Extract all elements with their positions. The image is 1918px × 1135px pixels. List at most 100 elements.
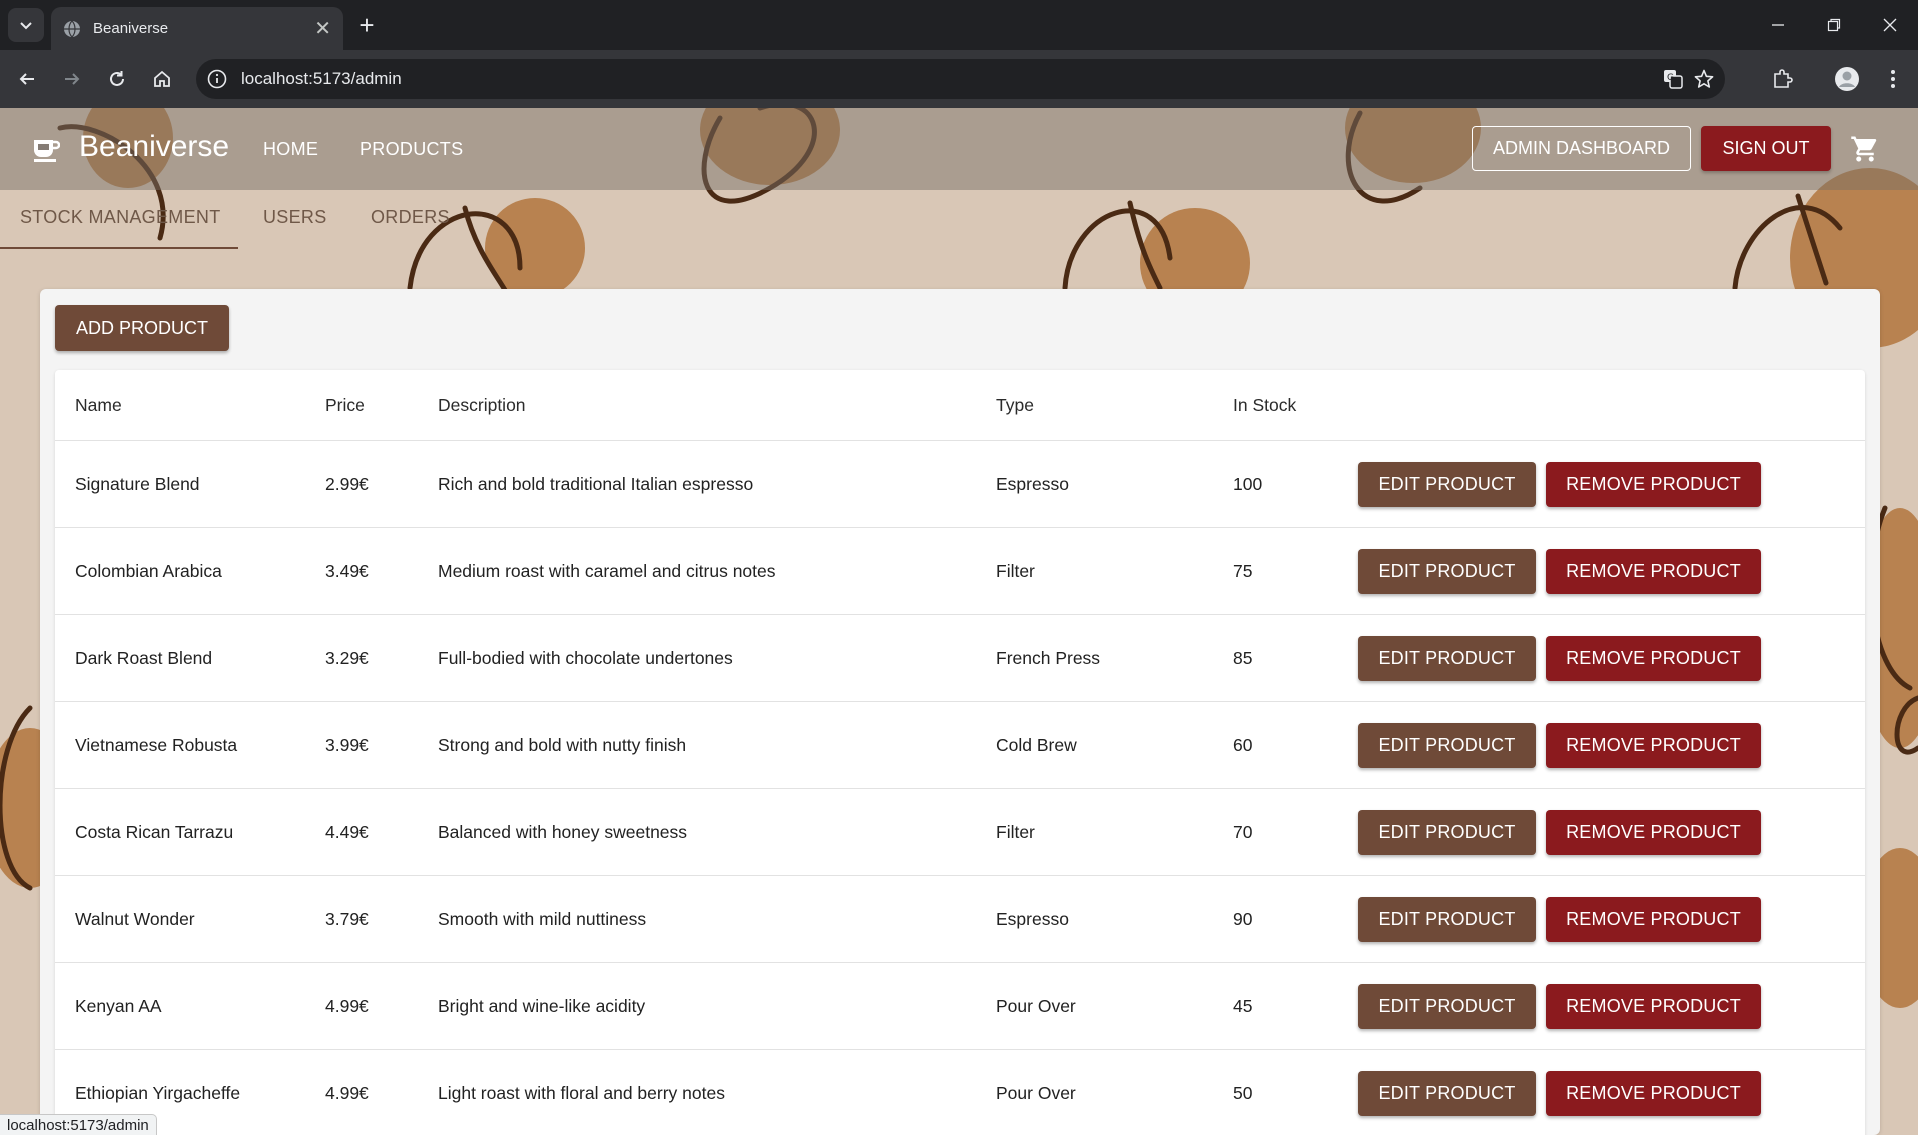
window-close-icon[interactable]: [1862, 0, 1918, 50]
cell-description: Rich and bold traditional Italian espres…: [438, 474, 754, 494]
coffee-cup-icon: [34, 140, 60, 162]
remove-product-button[interactable]: REMOVE PRODUCT: [1546, 462, 1761, 507]
plus-icon[interactable]: +: [352, 10, 382, 40]
cell-in-stock: 90: [1233, 909, 1253, 929]
cell-in-stock: 75: [1233, 561, 1253, 581]
admin-dashboard-button[interactable]: ADMIN DASHBOARD: [1472, 126, 1691, 171]
tab-title: Beaniverse: [93, 20, 169, 37]
cell-description: Light roast with floral and berry notes: [438, 1083, 725, 1103]
reload-icon[interactable]: [100, 62, 134, 96]
nav-products[interactable]: PRODUCTS: [360, 139, 463, 160]
home-icon[interactable]: [145, 62, 179, 96]
edit-product-button[interactable]: EDIT PRODUCT: [1358, 810, 1536, 855]
edit-product-button[interactable]: EDIT PRODUCT: [1358, 636, 1536, 681]
back-icon[interactable]: [10, 62, 44, 96]
cell-in-stock: 45: [1233, 996, 1253, 1016]
remove-product-button[interactable]: REMOVE PRODUCT: [1546, 549, 1761, 594]
edit-product-button[interactable]: EDIT PRODUCT: [1358, 1071, 1536, 1116]
cell-type: Espresso: [996, 474, 1069, 494]
table-row: Vietnamese Robusta 3.99€ Strong and bold…: [55, 702, 1865, 789]
remove-product-button[interactable]: REMOVE PRODUCT: [1546, 897, 1761, 942]
cell-price: 3.99€: [325, 735, 369, 755]
more-icon[interactable]: [1879, 65, 1907, 93]
cell-type: Pour Over: [996, 996, 1076, 1016]
cell-description: Strong and bold with nutty finish: [438, 735, 687, 755]
tab-search-icon[interactable]: [8, 8, 44, 42]
table-row: Walnut Wonder 3.79€ Smooth with mild nut…: [55, 876, 1865, 963]
browser-toolbar: localhost:5173/admin G: [0, 50, 1918, 108]
browser-tab[interactable]: Beaniverse ✕: [51, 7, 343, 50]
cell-type: Espresso: [996, 909, 1069, 929]
cell-type: Filter: [996, 822, 1035, 842]
app-bar: Beaniverse HOME PRODUCTS ADMIN DASHBOARD…: [0, 108, 1918, 190]
translate-icon[interactable]: G: [1662, 68, 1684, 90]
cell-type: Pour Over: [996, 1083, 1076, 1103]
table-row: Costa Rican Tarrazu 4.49€ Balanced with …: [55, 789, 1865, 876]
remove-product-button[interactable]: REMOVE PRODUCT: [1546, 984, 1761, 1029]
restore-icon[interactable]: [1806, 0, 1862, 50]
cell-price: 4.49€: [325, 822, 369, 842]
cell-description: Smooth with mild nuttiness: [438, 909, 647, 929]
edit-product-button[interactable]: EDIT PRODUCT: [1358, 549, 1536, 594]
cell-name: Vietnamese Robusta: [75, 735, 238, 755]
extensions-icon[interactable]: [1768, 65, 1796, 93]
cell-name: Walnut Wonder: [75, 909, 195, 929]
cell-type: French Press: [996, 648, 1101, 668]
cell-description: Bright and wine-like acidity: [438, 996, 646, 1016]
tab-stock-management[interactable]: STOCK MANAGEMENT: [20, 203, 221, 248]
minimize-icon[interactable]: [1750, 0, 1806, 50]
table-row: Signature Blend 2.99€ Rich and bold trad…: [55, 441, 1865, 528]
cell-price: 4.99€: [325, 996, 369, 1016]
brand-title[interactable]: Beaniverse: [79, 130, 229, 164]
cell-name: Costa Rican Tarrazu: [75, 822, 234, 842]
tab-users[interactable]: USERS: [263, 203, 327, 248]
edit-product-button[interactable]: EDIT PRODUCT: [1358, 897, 1536, 942]
stock-management-panel: ADD PRODUCT Name Price Description Type …: [40, 289, 1880, 1135]
address-bar[interactable]: localhost:5173/admin G: [196, 59, 1725, 99]
cell-description: Medium roast with caramel and citrus not…: [438, 561, 776, 581]
add-product-button[interactable]: ADD PRODUCT: [55, 305, 229, 351]
cell-name: Dark Roast Blend: [75, 648, 213, 668]
column-header-price: Price: [325, 395, 365, 415]
edit-product-button[interactable]: EDIT PRODUCT: [1358, 984, 1536, 1029]
edit-product-button[interactable]: EDIT PRODUCT: [1358, 462, 1536, 507]
cell-in-stock: 85: [1233, 648, 1253, 668]
column-header-type: Type: [996, 395, 1034, 415]
status-bar-url: localhost:5173/admin: [0, 1114, 157, 1135]
forward-icon[interactable]: [55, 62, 89, 96]
cart-icon[interactable]: [1850, 134, 1880, 164]
cell-name: Signature Blend: [75, 474, 200, 494]
cell-in-stock: 50: [1233, 1083, 1253, 1103]
close-icon[interactable]: ✕: [314, 19, 331, 39]
remove-product-button[interactable]: REMOVE PRODUCT: [1546, 636, 1761, 681]
info-icon[interactable]: [206, 68, 228, 90]
edit-product-button[interactable]: EDIT PRODUCT: [1358, 723, 1536, 768]
cell-price: 2.99€: [325, 474, 369, 494]
cell-in-stock: 70: [1233, 822, 1253, 842]
cell-price: 4.99€: [325, 1083, 369, 1103]
cell-in-stock: 60: [1233, 735, 1253, 755]
profile-icon[interactable]: [1833, 65, 1861, 93]
remove-product-button[interactable]: REMOVE PRODUCT: [1546, 810, 1761, 855]
remove-product-button[interactable]: REMOVE PRODUCT: [1546, 1071, 1761, 1116]
cell-name: Kenyan AA: [75, 996, 162, 1016]
remove-product-button[interactable]: REMOVE PRODUCT: [1546, 723, 1761, 768]
star-icon[interactable]: [1693, 68, 1715, 90]
tab-orders[interactable]: ORDERS: [371, 203, 450, 248]
column-header-name: Name: [75, 395, 122, 415]
browser-tab-bar: Beaniverse ✕ +: [0, 0, 1918, 50]
nav-home[interactable]: HOME: [263, 139, 318, 160]
table-row: Colombian Arabica 3.49€ Medium roast wit…: [55, 528, 1865, 615]
column-header-description: Description: [438, 395, 526, 415]
url-text: localhost:5173/admin: [241, 69, 402, 88]
cell-in-stock: 100: [1233, 474, 1263, 494]
sign-out-button[interactable]: SIGN OUT: [1701, 126, 1831, 171]
table-header: Name Price Description Type In Stock: [55, 370, 1865, 441]
column-header-in-stock: In Stock: [1233, 395, 1297, 415]
cell-name: Colombian Arabica: [75, 561, 222, 581]
table-row: Ethiopian Yirgacheffe 4.99€ Light roast …: [55, 1050, 1865, 1135]
cell-price: 3.79€: [325, 909, 369, 929]
table-row: Dark Roast Blend 3.29€ Full-bodied with …: [55, 615, 1865, 702]
app-viewport: Beaniverse HOME PRODUCTS ADMIN DASHBOARD…: [0, 108, 1918, 1135]
cell-type: Filter: [996, 561, 1035, 581]
